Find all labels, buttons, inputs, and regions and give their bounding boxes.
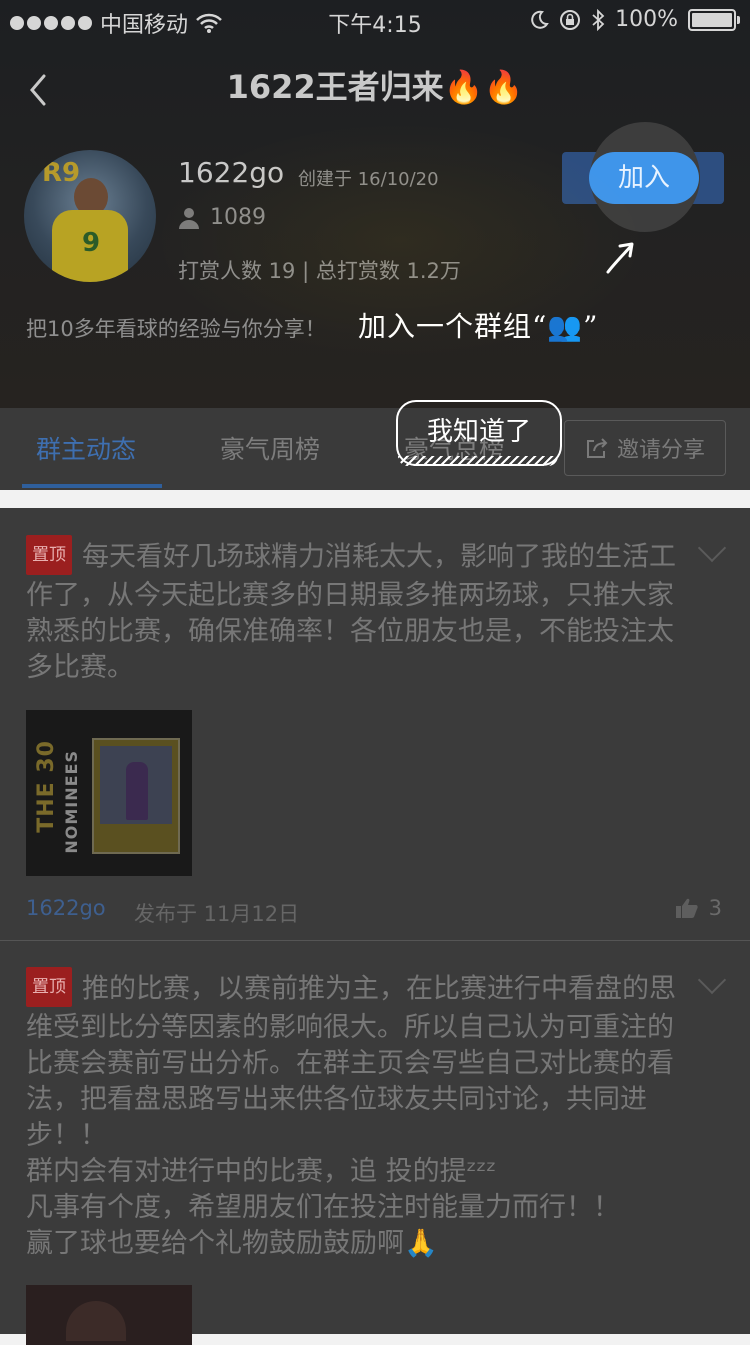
group-avatar[interactable]: R9 9 bbox=[24, 150, 156, 282]
page-title: 1622王者归来🔥🔥 bbox=[226, 68, 524, 106]
group-description: 把10多年看球的经验与你分享！ bbox=[26, 317, 326, 341]
moon-icon bbox=[531, 10, 549, 29]
post-body: 推的比赛，以赛前推为主，在比赛进行中看盘的思维受到比分等因素的影响很大。所以自己… bbox=[26, 973, 676, 1152]
group-name: 1622go bbox=[178, 156, 285, 189]
post-text: 置顶 推的比赛，以赛前推为主，在比赛进行中看盘的思维受到比分等因素的影响很大。所以… bbox=[26, 967, 696, 1262]
join-button[interactable]: 加入 bbox=[589, 152, 699, 204]
invite-share-label: 邀请分享 bbox=[616, 438, 705, 463]
battery-percent: 100% bbox=[615, 7, 678, 32]
reward-stats: 打赏人数 19 | 总打赏数 1.2万 bbox=[178, 259, 461, 283]
person-icon bbox=[179, 207, 199, 229]
created-date: 创建于 16/10/20 bbox=[298, 169, 439, 190]
pinned-badge: 置顶 bbox=[26, 535, 72, 575]
member-count-value: 1089 bbox=[210, 205, 266, 230]
share-icon bbox=[586, 438, 608, 458]
onboarding-hint: 加入一个群组“👥” bbox=[358, 310, 599, 343]
post-image[interactable]: THE 30 NOMINEES bbox=[26, 710, 192, 876]
post-body-line: 凡事有个度，希望朋友们在投注时能量力而行！！ bbox=[26, 1192, 620, 1223]
post-body: 每天看好几场球精力消耗太大，影响了我的生活工作了，从今天起比赛多的日期最多推两场… bbox=[26, 541, 676, 684]
post-divider bbox=[0, 940, 750, 941]
post-body-line: 群内会有对进行中的比赛，追 投的提ᶻᶻᶻ bbox=[26, 1156, 497, 1187]
pinned-badge: 置顶 bbox=[26, 967, 72, 1007]
post-image[interactable] bbox=[26, 1285, 192, 1345]
got-it-button-shadow bbox=[398, 456, 558, 466]
avatar-text: R9 bbox=[42, 158, 81, 188]
post-author[interactable]: 1622go bbox=[26, 896, 106, 920]
member-count: 1089 bbox=[178, 205, 266, 230]
tab-weekly-rank[interactable]: 豪气周榜 bbox=[220, 430, 320, 466]
like-count: 3 bbox=[708, 896, 722, 920]
post-date: 发布于 11月12日 bbox=[134, 902, 300, 926]
image-card bbox=[92, 738, 180, 854]
avatar-number: 9 bbox=[82, 228, 101, 258]
image-figure bbox=[66, 1301, 126, 1341]
battery-icon bbox=[688, 8, 740, 31]
thumbs-up-icon bbox=[675, 898, 698, 918]
status-right: 100% bbox=[529, 7, 740, 32]
tab-owner-feed[interactable]: 群主动态 bbox=[36, 430, 136, 466]
post-body-line: 赢了球也要给个礼物鼓励鼓励啊🙏 bbox=[26, 1228, 438, 1259]
status-bar: 中国移动 下午4:15 100% bbox=[0, 0, 750, 40]
group-header: 中国移动 下午4:15 100% 1622王者归来🔥🔥 R9 9 1622go … bbox=[0, 0, 750, 408]
image-player bbox=[126, 762, 148, 820]
invite-share-button[interactable]: 邀请分享 bbox=[564, 420, 726, 476]
hint-arrow-icon bbox=[606, 242, 634, 274]
post-text: 置顶 每天看好几场球精力消耗太大，影响了我的生活工作了，从今天起比赛多的日期最多推… bbox=[26, 535, 696, 686]
image-subcaption: NOMINEES bbox=[62, 750, 81, 854]
image-caption: THE 30 bbox=[34, 740, 59, 833]
like-button[interactable]: 3 bbox=[675, 896, 722, 920]
rotation-lock-icon bbox=[560, 9, 581, 30]
image-card-photo bbox=[100, 746, 172, 824]
bluetooth-icon bbox=[592, 8, 605, 31]
active-tab-indicator bbox=[22, 484, 162, 488]
